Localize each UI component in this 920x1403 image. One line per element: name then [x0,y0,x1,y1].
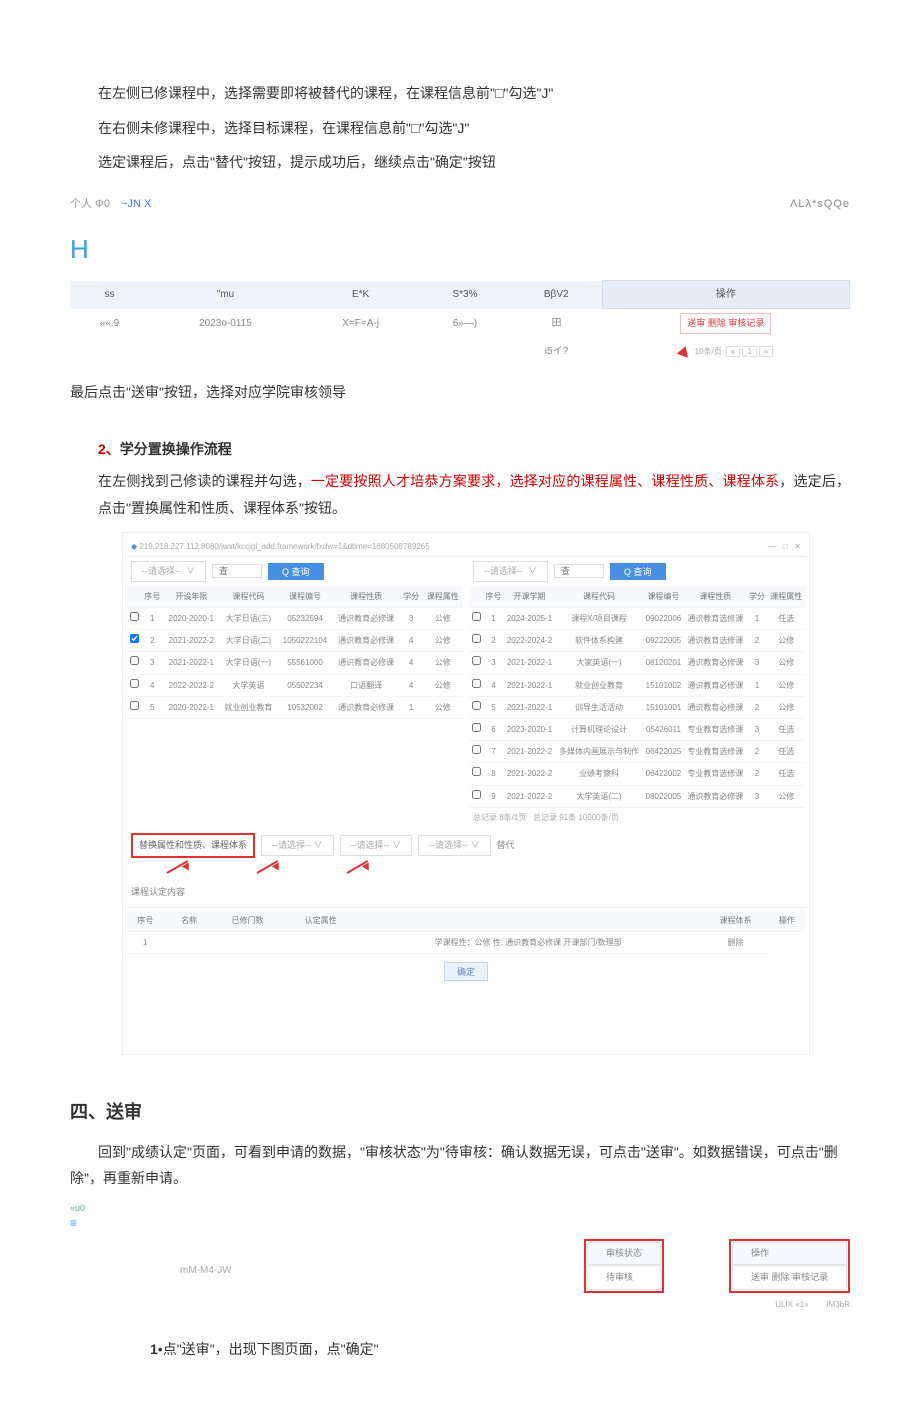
table-row[interactable]: 12020-2020-1大学日语(三)05232594通识教育必修课3公修 [127,608,463,630]
cell-mu: 2023o-0115 [149,309,302,339]
instruction-para-1: 在左侧已修课程中，选择需要即将被替代的课程，在课程信息前"□"勾选"J" [70,80,850,107]
row-checkbox[interactable] [130,656,139,665]
table-row[interactable]: 92021-2022-2大学英语(二)08022005通识教育必修课3公修 [469,785,805,807]
op-col-box: 操作 送审 删除 审核记录 [729,1239,850,1293]
header-right-text: ΛLλ*sQQe [790,194,850,215]
row-checkbox[interactable] [472,723,481,732]
right-grid: 序号 开课学期 课程代码 课程编号 课程性质 学分 课程属性 12024-202… [469,586,805,808]
cell-bv2: 田 [511,309,603,339]
row-checkbox[interactable] [472,656,481,665]
instruction-para-3: 选定课程后，点击"替代"按钮，提示成功后，继续点击"确定"按钮 [70,149,850,176]
red-arrow-1 [167,864,197,880]
row-checkbox[interactable] [472,745,481,754]
replace-btn-label[interactable]: 替代 [497,837,515,854]
col-s3: S*3% [419,281,510,309]
status-header: 审核状态 [587,1242,661,1265]
row-checkbox[interactable] [130,634,139,643]
instruction-para-4: 最后点击"送审"按钮，选择对应学院审核领导 [70,379,850,406]
right-search-btn[interactable]: Q 查询 [610,563,666,580]
step-1: 1•点"送审"，出现下图页面，点"确定" [70,1336,850,1363]
col-ss: ss [70,281,149,309]
bottom-toolbar: 替换属性和性质、课程体系 --请选择-- ∨ --请选择-- ∨ --请选择--… [127,827,805,864]
left-select[interactable]: --请选择-- ∨ [131,561,206,582]
tab-close[interactable]: ~JN X [121,198,151,210]
section-4-heading: 四、送审 [70,1095,850,1129]
cell-op: 送审 删除 审核记录 [602,309,849,339]
panel-icon: H [70,215,850,274]
menu-icon[interactable]: ≡ [70,1217,850,1229]
row-checkbox[interactable] [130,701,139,710]
table-row[interactable]: 32021-2022-1大家英语(一)08120201通识教育必修课3公修 [469,652,805,674]
summary-table: ss "mu E*K S*3% BβV2 操作 ««.9 2023o-0115 … [70,280,850,365]
section-2-body: 在左侧找到己修读的课程并勾选，一定要按照人才培恭方案要求，选择对应的课程属性、课… [70,468,850,521]
section-2-heading: 2、学分置换操作流程 [70,436,850,463]
table-row[interactable]: 22022-2024-2软件体系构建09222005通识教育选修课2公修 [469,630,805,652]
left-search-input[interactable] [212,564,262,578]
left-search-btn[interactable]: Q 查询 [268,563,324,580]
table-row[interactable]: 42021-2022-1就业创业教育15101002通识教育必修课1公修 [469,674,805,696]
row-checkbox[interactable] [472,634,481,643]
left-panel: --请选择-- ∨ Q 查询 序号 开设年限 课程代码 课程编号 课程性质 学分… [127,557,463,827]
table-row[interactable]: 52020-2022-1就业创业教育10532002通识教育必修课1公修 [127,696,463,718]
count-cell: ι5イ? [511,338,603,365]
instruction-para-2: 在右侧未修课程中，选择目标课程，在课程信息前"□"勾选"J" [70,115,850,142]
tab-personal[interactable]: 个人 Φ0 [70,198,110,210]
red-arrow-3 [347,864,377,880]
row-checkbox[interactable] [472,701,481,710]
pager[interactable]: 10条/页 «1» [602,338,849,365]
status-col-box: 审核状态 待审核 [584,1239,664,1293]
ss-url-bar: ◆ 219.218.227.112:8080/jwxt/kccjgl_add.f… [127,537,805,557]
table-row[interactable]: 82021-2022-2业绩考察科06422002专业教育选修课2任选 [469,763,805,785]
sel1[interactable]: --请选择-- ∨ [261,835,334,856]
table-row[interactable]: 12024-2025-1课程X/项目课程09022006通识教育选修课1任选 [469,608,805,630]
sel3[interactable]: --请选择-- ∨ [418,835,491,856]
row-checkbox[interactable] [472,790,481,799]
confirm-button[interactable]: 确定 [444,962,488,981]
left-grid: 序号 开设年限 课程代码 课程编号 课程性质 学分 课程属性 12020-202… [127,586,463,719]
sel2[interactable]: --请选择-- ∨ [340,835,413,856]
tab-bar: 个人 Φ0 ~JN X ΛLλ*sQQe [70,194,850,215]
footer-right: IM3bR [826,1300,850,1309]
col-ek: E*K [302,281,419,309]
subtitle: 课程认定内容 [127,880,805,905]
op-value[interactable]: 送审 删除 审核记录 [732,1265,847,1290]
right-pager: 总记录 8条/1页 总记录 91条 10000条/页 [469,808,805,827]
col-op: 操作 [602,281,849,309]
col-bv2: BβV2 [511,281,603,309]
right-panel: --请选择-- ∨ Q 查询 序号 开课学期 课程代码 课程编号 课程性质 学分… [469,557,805,827]
cell-ek: X=F=A-j [302,309,419,339]
cell-ss: ««.9 [70,309,149,339]
row-checkbox[interactable] [472,767,481,776]
red-arrow-2 [257,864,287,880]
op-header: 操作 [732,1242,847,1265]
replace-attr-button[interactable]: 替换属性和性质、课程体系 [131,833,255,858]
bottom-table: mM-M4-JW 审核状态 待审核 操作 送审 删除 审核记录 ULIX «1»… [70,1239,850,1312]
row-checkbox[interactable] [130,612,139,621]
section-4-body: 回到"成绩认定"页面，可看到申请的数据，"审核状态"为"待审核：确认数据无误，可… [70,1139,850,1192]
screenshot-dialog: ◆ 219.218.227.112:8080/jwxt/kccjgl_add.f… [122,532,810,1055]
row-checkbox[interactable] [472,679,481,688]
action-links[interactable]: 送审 删除 审核记录 [680,313,771,334]
indicator: «u0 [70,1200,850,1217]
table-row[interactable]: 42022-2022-2大学英语05502234口语翻译4公修 [127,674,463,696]
row-checkbox[interactable] [472,612,481,621]
mid-text: mM-M4-JW [70,1239,232,1280]
table-row[interactable]: 32021-2022-1大学日语(一)55561000通识教育必修课4公修 [127,652,463,674]
right-search-input[interactable] [554,564,604,578]
footer-left: ULIX «1» [775,1300,808,1309]
col-mu: "mu [149,281,302,309]
table-row[interactable]: 22021-2022-2大学日语(二)1050222104通识教育必修课4公修 [127,630,463,652]
extra-grid: 序号名称已修门数认定属性课程体系操作 1学课程性：公修 性: 通识教育必修课 开… [127,910,805,954]
section-2-num: 2、 [98,441,120,457]
table-row[interactable]: 72021-2022-2多媒体内画展示与制作06422025专业教育选修课2任选 [469,741,805,763]
status-value: 待审核 [587,1265,661,1290]
table-row[interactable]: 52021-2022-1训导生活活动15101001通识教育必修课2公修 [469,696,805,718]
right-select[interactable]: --请选择-- ∨ [473,561,548,582]
cell-s3: 6»—) [419,309,510,339]
table-row[interactable]: 62023-2020-1计算机理论设计05426011专业教育选修课3任选 [469,718,805,740]
row-checkbox[interactable] [130,679,139,688]
